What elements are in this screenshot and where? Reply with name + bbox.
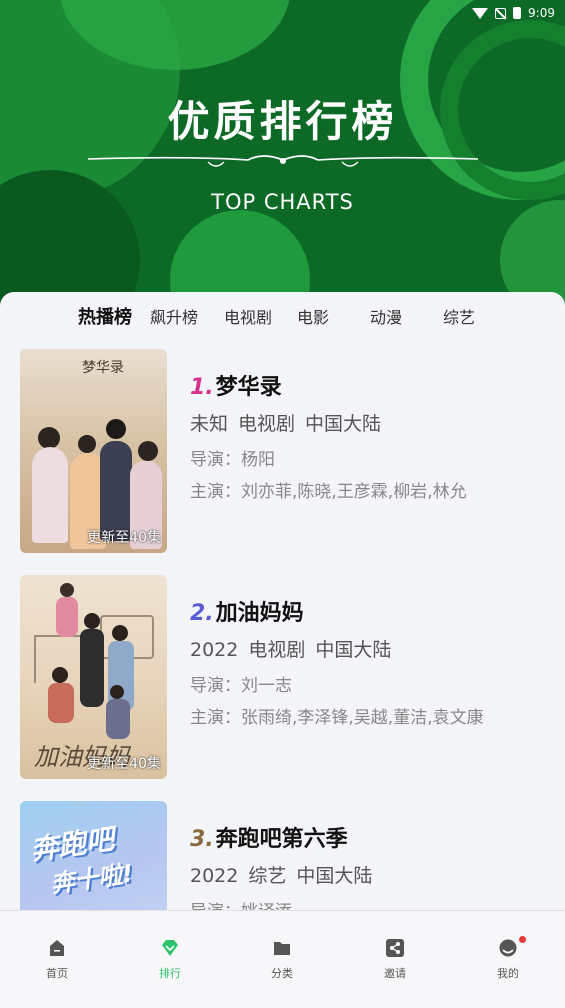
profile-icon: [499, 939, 517, 957]
item-title[interactable]: 1.梦华录: [190, 369, 282, 401]
list-item[interactable]: 奔跑吧 奔十啦! 3.奔跑吧第六季 2022 综艺 中国大陆 导演：姚译添: [20, 801, 550, 912]
share-icon: [386, 939, 404, 957]
nav-category[interactable]: 分类: [252, 939, 312, 981]
tab-movie[interactable]: 电影: [297, 304, 329, 328]
item-meta: 未知 电视剧 中国大陆: [190, 413, 382, 435]
rank-number: 2.: [190, 601, 214, 626]
poster-image[interactable]: 奔跑吧 奔十啦!: [20, 801, 167, 912]
banner-title: 优质排行榜: [167, 97, 398, 146]
item-meta: 2022 综艺 中国大陆: [190, 865, 373, 887]
folder-icon: [274, 942, 290, 955]
rank-diamond-icon: [162, 940, 178, 956]
nav-profile[interactable]: 我的: [478, 936, 538, 981]
list-item[interactable]: 加油妈妈 更新至40集 2.加油妈妈 2022 电视剧 中国大陆 导演：刘一志 主演…: [20, 575, 550, 780]
banner-subtitle: TOP CHARTS: [211, 190, 354, 214]
tab-variety[interactable]: 综艺: [443, 304, 475, 328]
ranking-banner: 9:09 优质排行榜 TOP CHARTS: [0, 0, 565, 310]
poster-image[interactable]: 加油妈妈 更新至40集: [20, 575, 167, 779]
tab-rising[interactable]: 飙升榜: [150, 304, 198, 328]
rank-number: 3.: [190, 827, 214, 852]
no-sim-icon: [495, 7, 507, 19]
nav-ranking[interactable]: 排行: [140, 939, 200, 981]
ranking-list-panel: 热播榜 飙升榜 电视剧 电影 动漫 综艺 梦华录 更新至40集 1.梦华录 未知…: [0, 292, 565, 912]
notification-dot: [519, 936, 526, 943]
home-icon: [50, 940, 64, 956]
item-director: 导演：杨阳: [190, 450, 275, 470]
battery-icon: [513, 7, 522, 19]
tab-tv-series[interactable]: 电视剧: [224, 304, 272, 328]
bottom-navigation: 首页 排行 分类 邀请 我的: [0, 910, 565, 1008]
rank-number: 1.: [190, 375, 214, 400]
item-title[interactable]: 2.加油妈妈: [190, 595, 304, 627]
status-time: 9:09: [528, 6, 555, 20]
status-bar: 9:09: [0, 0, 565, 28]
tab-hot[interactable]: 热播榜: [78, 303, 132, 329]
ornament-divider-icon: [88, 155, 478, 167]
app-screen: 9:09 优质排行榜 TOP CHARTS 热播榜 飙升榜 电视剧 电影 动漫 …: [0, 0, 565, 1008]
nav-invite[interactable]: 邀请: [365, 939, 425, 981]
poster-image[interactable]: 梦华录 更新至40集: [20, 349, 167, 553]
wifi-icon: [472, 7, 489, 19]
episode-badge: 更新至40集: [87, 530, 161, 546]
item-cast: 主演：刘亦菲,陈晓,王彦霖,柳岩,林允: [190, 482, 467, 502]
list-item[interactable]: 梦华录 更新至40集 1.梦华录 未知 电视剧 中国大陆 导演：杨阳 主演：刘亦菲,…: [20, 349, 550, 554]
nav-home[interactable]: 首页: [27, 939, 87, 981]
ranking-tabs: 热播榜 飙升榜 电视剧 电影 动漫 综艺: [0, 304, 565, 328]
item-cast: 主演：张雨绮,李泽锋,吴越,董洁,袁文康: [190, 708, 484, 728]
item-title[interactable]: 3.奔跑吧第六季: [190, 821, 348, 853]
tab-anime[interactable]: 动漫: [370, 304, 402, 328]
item-meta: 2022 电视剧 中国大陆: [190, 639, 392, 661]
episode-badge: 更新至40集: [87, 756, 161, 772]
item-director: 导演：刘一志: [190, 676, 292, 696]
